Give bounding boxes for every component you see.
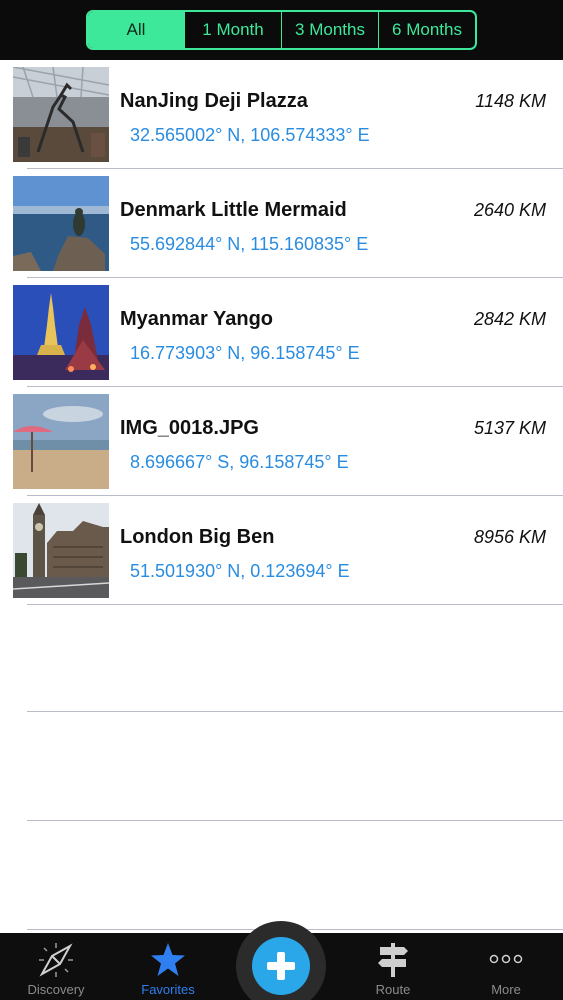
place-distance: 5137 KM: [473, 418, 546, 438]
mall-photo: [13, 67, 109, 162]
list-item[interactable]: NanJing Deji Plazza 1148 KM 32.565002° N…: [0, 60, 563, 169]
place-coordinates: 32.565002° N, 106.574333° E: [130, 125, 370, 145]
empty-row-divider: [27, 711, 563, 712]
bigben-photo: [13, 503, 109, 598]
place-name: Myanmar Yango: [120, 308, 274, 330]
empty-row-divider: [27, 820, 563, 821]
filter-all[interactable]: All: [88, 12, 184, 48]
place-coordinates: 16.773903° N, 96.158745° E: [130, 343, 360, 363]
place-distance: 2640 KM: [473, 200, 546, 220]
signpost-icon: [378, 943, 408, 977]
header-bar: All 1 Month 3 Months 6 Months: [0, 0, 563, 60]
time-filter-segmented-control: All 1 Month 3 Months 6 Months: [86, 10, 477, 50]
mermaid-photo: [13, 176, 109, 271]
list-item[interactable]: Denmark Little Mermaid 2640 KM 55.692844…: [0, 169, 563, 278]
place-coordinates: 55.692844° N, 115.160835° E: [130, 234, 369, 254]
beach-photo: [13, 394, 109, 489]
place-coordinates: 8.696667° S, 96.158745° E: [130, 452, 349, 472]
tab-label: Discovery: [27, 982, 85, 997]
place-distance: 2842 KM: [473, 309, 546, 329]
place-distance: 1148 KM: [475, 91, 546, 111]
list-item[interactable]: IMG_0018.JPG 5137 KM 8.696667° S, 96.158…: [0, 387, 563, 496]
favorites-list: NanJing Deji Plazza 1148 KM 32.565002° N…: [0, 60, 563, 605]
tab-label: Route: [375, 982, 411, 997]
tab-label: Favorites: [141, 982, 195, 997]
place-name: IMG_0018.JPG: [120, 417, 259, 439]
compass-icon: [39, 943, 73, 977]
plus-icon: [267, 952, 295, 980]
tab-route[interactable]: Route: [337, 933, 449, 1000]
place-distance: 8956 KM: [473, 527, 546, 547]
place-coordinates: 51.501930° N, 0.123694° E: [130, 561, 350, 581]
star-icon: [151, 943, 185, 976]
tab-favorites[interactable]: Favorites: [112, 933, 224, 1000]
filter-1-month[interactable]: 1 Month: [184, 12, 281, 48]
place-name: NanJing Deji Plazza: [120, 90, 308, 112]
filter-3-months[interactable]: 3 Months: [281, 12, 378, 48]
pagoda-photo: [13, 285, 109, 380]
filter-6-months[interactable]: 6 Months: [378, 12, 475, 48]
place-name: Denmark Little Mermaid: [120, 199, 347, 221]
tab-label: More: [491, 982, 521, 997]
tab-more[interactable]: More: [450, 933, 562, 1000]
list-item[interactable]: Myanmar Yango 2842 KM 16.773903° N, 96.1…: [0, 278, 563, 387]
more-dots-icon: [489, 954, 523, 964]
add-button-circle: [252, 937, 310, 995]
tab-discovery[interactable]: Discovery: [0, 933, 112, 1000]
place-name: London Big Ben: [120, 526, 275, 548]
list-item[interactable]: London Big Ben 8956 KM 51.501930° N, 0.1…: [0, 496, 563, 605]
